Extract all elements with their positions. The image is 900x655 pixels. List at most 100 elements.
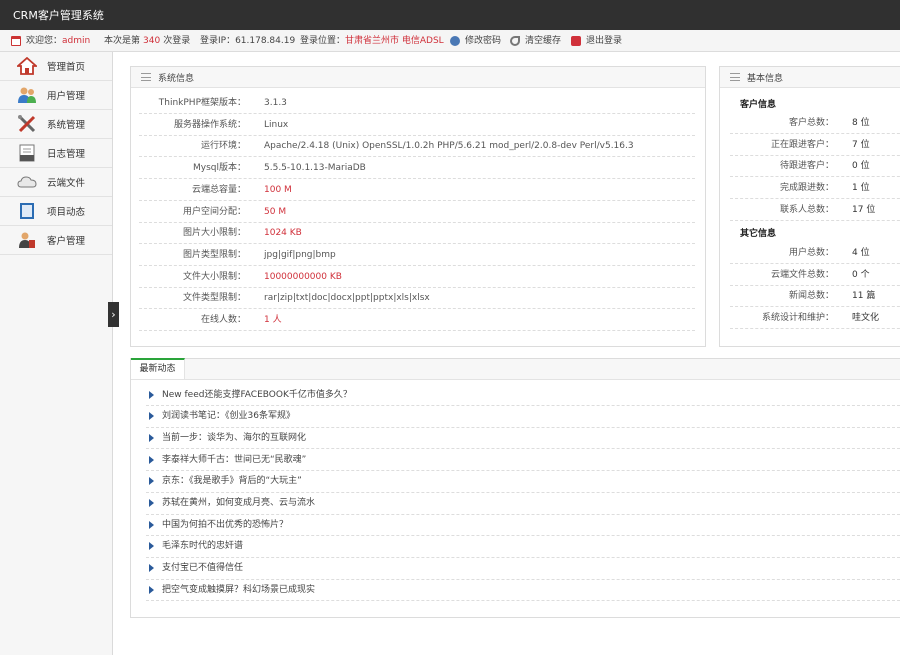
triangle-right-icon <box>149 390 154 399</box>
news-item-title: 李泰祥大师千古：世间已无“民歌魂” <box>162 454 307 465</box>
customer-info-row: 完成跟进数： 1 位 <box>730 177 900 200</box>
sidebar-item-cloud-files[interactable]: 云端文件 <box>0 168 112 197</box>
change-password-link[interactable]: 修改密码 <box>450 30 501 52</box>
system-info-header: 系统信息 <box>131 67 705 88</box>
customer-info-row: 联系人总数： 17 位 <box>730 199 900 221</box>
app-title: CRM客户管理系统 <box>13 9 104 22</box>
customer-info-row: 待跟进客户： 0 位 <box>730 155 900 178</box>
system-info-value: 50 M <box>264 206 287 217</box>
news-item[interactable]: 苏轼在黄州，如何变成月亮、云与流水 <box>146 493 900 515</box>
customer-info-value: 7 位 <box>852 139 870 150</box>
system-info-row: Mysql版本： 5.5.5-10.1.13-MariaDB <box>139 157 695 180</box>
system-info-label: 图片类型限制： <box>182 249 246 260</box>
system-info-value: Apache/2.4.18 (Unix) OpenSSL/1.0.2h PHP/… <box>264 141 634 152</box>
system-info-label: 在线人数： <box>200 315 246 325</box>
news-item-title: 毛泽东时代的忠奸谱 <box>162 541 244 552</box>
news-item[interactable]: 毛泽东时代的忠奸谱 <box>146 536 900 558</box>
news-item-title: 京东：《我是歌手》背后的“大玩主” <box>162 476 302 487</box>
system-info-row: 文件大小限制： 10000000000 KB <box>139 266 695 288</box>
customer-info-value: 1 位 <box>852 183 870 194</box>
customer-info-value: 0 位 <box>852 161 870 172</box>
news-item-title: 苏轼在黄州，如何变成月亮、云与流水 <box>162 498 316 508</box>
sidebar-item-customers[interactable]: 客户管理 <box>0 226 112 255</box>
system-info-value: Linux <box>264 119 289 130</box>
system-info-row: ThinkPHP框架版本： 3.1.3 <box>139 92 695 114</box>
customer-info-value: 17 位 <box>852 204 876 215</box>
other-info-row: 新闻总数： 11 篇 <box>730 285 900 308</box>
system-info-row: 云端总容量： 100 M <box>139 179 695 201</box>
other-info-value: 哇文化 <box>852 313 880 324</box>
customer-info-label: 联系人总数： <box>779 204 834 215</box>
system-info-value: 3.1.3 <box>264 98 287 108</box>
cloud-icon <box>17 172 37 192</box>
customer-info-label: 完成跟进数： <box>779 183 834 194</box>
triangle-right-icon <box>149 433 154 442</box>
triangle-right-icon <box>149 499 154 507</box>
customer-info-label: 正在跟进客户： <box>770 139 834 150</box>
system-info-row: 用户空间分配： 50 M <box>139 201 695 223</box>
news-item-title: 把空气变成触摸屏？科幻场景已成现实 <box>162 584 316 595</box>
customer-info-label: 客户总数： <box>788 118 834 128</box>
customer-info-row: 客户总数： 8 位 <box>730 112 900 134</box>
news-item-title: 刘润读书笔记：《创业36条军规》 <box>162 411 295 422</box>
other-info-label: 新闻总数： <box>788 291 834 302</box>
news-item[interactable]: New feed还能支撑FACEBOOK千亿市值多久？ <box>146 384 900 406</box>
triangle-right-icon <box>149 455 154 464</box>
other-info-row: 用户总数： 4 位 <box>730 242 900 264</box>
info-bar: 欢迎您： admin 本次是第 340 次登录 登录IP：61.178.84.19 登… <box>0 30 900 52</box>
news-item-title: New feed还能支撑FACEBOOK千亿市值多久？ <box>162 389 352 400</box>
current-user: admin <box>62 36 91 46</box>
other-info-value: 4 位 <box>852 248 870 258</box>
news-item[interactable]: 当前一步：谈华为、海尔的互联网化 <box>146 427 900 450</box>
news-item[interactable]: 把空气变成触摸屏？科幻场景已成现实 <box>146 579 900 602</box>
clear-cache-link[interactable]: 清空缓存 <box>510 30 561 52</box>
system-info-row: 图片大小限制： 1024 KB <box>139 222 695 245</box>
news-item[interactable]: 刘润读书笔记：《创业36条军规》 <box>146 406 900 428</box>
login-ip: 登录IP：61.178.84.19 <box>200 36 296 46</box>
other-info-value: 0 个 <box>852 269 870 280</box>
list-icon <box>730 73 740 81</box>
system-info-label: ThinkPHP框架版本： <box>158 98 246 108</box>
other-info-label: 云端文件总数： <box>770 269 834 280</box>
sidebar-toggle-button[interactable]: › <box>108 302 119 327</box>
sidebar-item-system[interactable]: 系统管理 <box>0 110 112 139</box>
home-icon <box>17 56 37 76</box>
system-info-row: 在线人数： 1 人 <box>139 309 695 331</box>
customer-info-row: 正在跟进客户： 7 位 <box>730 134 900 156</box>
system-info-value: 5.5.5-10.1.13-MariaDB <box>264 163 366 174</box>
sidebar-item-logs[interactable]: 日志管理 <box>0 139 112 168</box>
logout-link[interactable]: 退出登录 <box>571 30 622 52</box>
other-info-label: 用户总数： <box>788 248 834 258</box>
system-info-row: 服务器操作系统： Linux <box>139 114 695 136</box>
system-info-label: 文件大小限制： <box>182 271 246 282</box>
system-info-value: 1024 KB <box>264 228 302 239</box>
system-info-value: jpg|gif|png|bmp <box>264 249 336 260</box>
sidebar: 管理首页 用户管理 系统管理 日志管理 云端文件 项目动态 客户管理 <box>0 52 113 655</box>
news-item[interactable]: 李泰祥大师千古：世间已无“民歌魂” <box>146 449 900 472</box>
news-item[interactable]: 支付宝已不值得信任 <box>146 558 900 580</box>
customer-info-label: 待跟进客户： <box>779 161 834 172</box>
triangle-right-icon <box>149 477 154 486</box>
system-info-label: Mysql版本： <box>193 163 246 174</box>
basic-info-header: 基本信息 <box>720 67 900 88</box>
news-item-title: 当前一步：谈华为、海尔的互联网化 <box>162 432 307 443</box>
book-icon <box>17 201 37 221</box>
power-icon <box>571 36 581 46</box>
user-key-icon <box>450 36 460 46</box>
system-info-row: 运行环境： Apache/2.4.18 (Unix) OpenSSL/1.0.2h… <box>139 135 695 158</box>
triangle-right-icon <box>149 585 154 594</box>
news-item[interactable]: 京东：《我是歌手》背后的“大玩主” <box>146 471 900 493</box>
tab-latest-news[interactable]: 最新动态 <box>131 358 185 379</box>
system-info-row: 文件类型限制： rar|zip|txt|doc|docx|ppt|pptx|xls… <box>139 287 695 310</box>
sidebar-item-project-news[interactable]: 项目动态 <box>0 197 112 226</box>
sidebar-item-home[interactable]: 管理首页 <box>0 52 112 81</box>
other-info-value: 11 篇 <box>852 291 876 302</box>
tools-icon <box>17 114 37 134</box>
news-item[interactable]: 中国为何拍不出优秀的恐怖片？ <box>146 514 900 537</box>
sidebar-item-users[interactable]: 用户管理 <box>0 81 112 110</box>
news-panel: 最新动态 New feed还能支撑FACEBOOK千亿市值多久？ 刘润读书笔记：《… <box>130 358 900 618</box>
other-info-row: 系统设计和维护： 哇文化 <box>730 307 900 330</box>
login-location: 登录位置： 甘肃省兰州市 电信ADSL <box>300 30 444 52</box>
customer-info-value: 8 位 <box>852 118 870 128</box>
app-titlebar: CRM客户管理系统 <box>0 0 900 30</box>
